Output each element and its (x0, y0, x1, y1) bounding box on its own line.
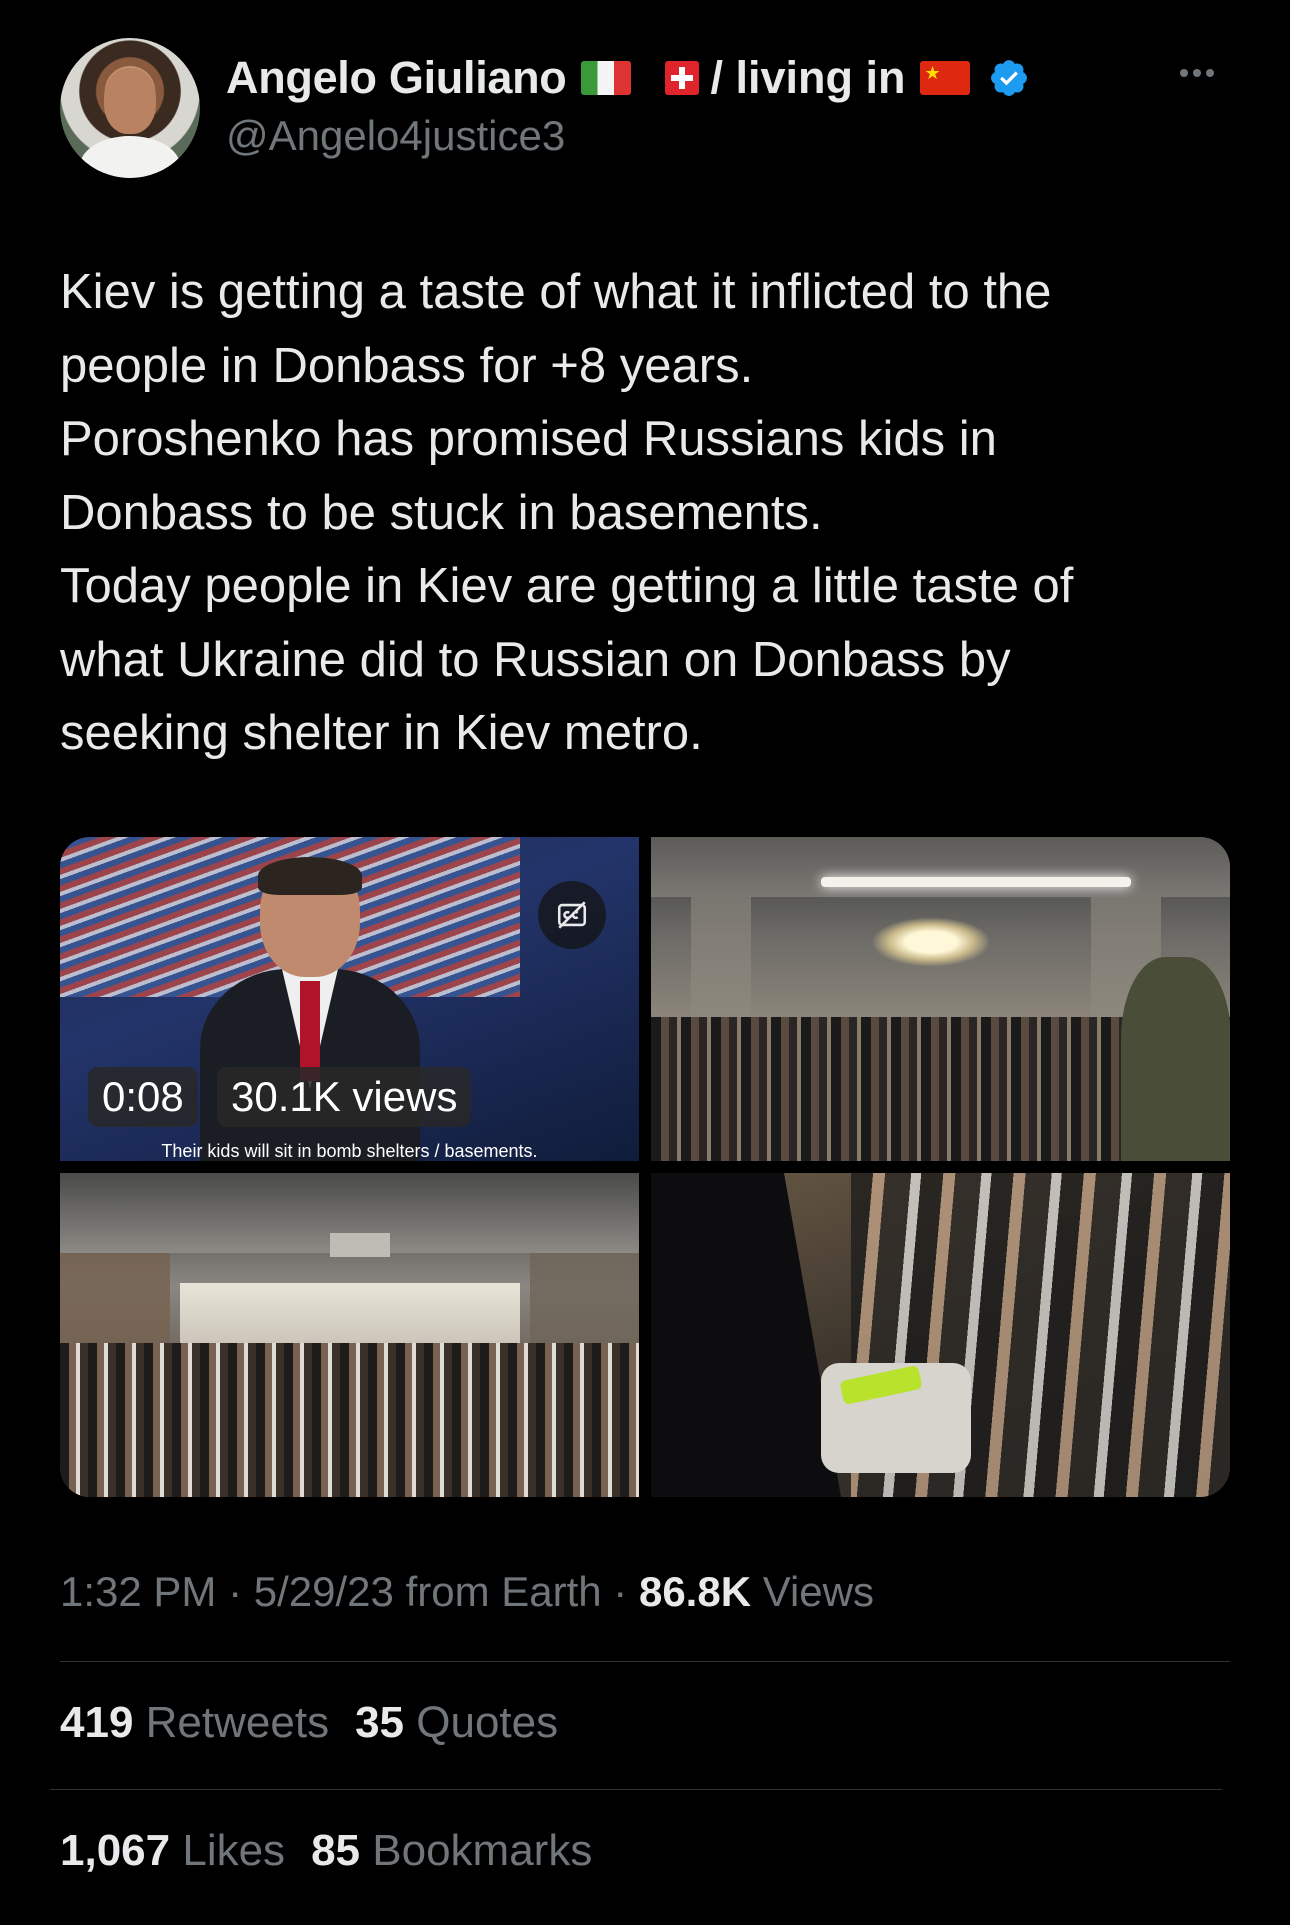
views-count: 86.8K (638, 1568, 752, 1615)
captions-icon[interactable] (538, 881, 606, 949)
photo-metro-sitting[interactable] (651, 1173, 1230, 1497)
author-name[interactable]: Angelo Giuliano (226, 52, 567, 104)
bookmarks-count: 85 (311, 1826, 361, 1875)
tweet-line: Today people in Kiev are getting a littl… (60, 559, 1074, 613)
divider (60, 1661, 1230, 1662)
avatar[interactable] (60, 38, 200, 178)
video-views-badge: 30.1K views (217, 1067, 472, 1127)
verified-badge-icon[interactable] (988, 57, 1030, 99)
video-duration-badge: 0:08 (88, 1067, 198, 1127)
tweet-time[interactable]: 1:32 PM (60, 1568, 216, 1615)
bookmarks-label: Bookmarks (372, 1826, 593, 1875)
tweet-line: what Ukraine did to Russian on Donbass b… (60, 632, 1011, 687)
tweet-line: Poroshenko has promised Russians kids in (60, 412, 997, 466)
retweets-count: 419 (60, 1698, 134, 1747)
quotes-stat[interactable]: 35 Quotes (355, 1698, 558, 1747)
divider (50, 1789, 1222, 1790)
likes-label: Likes (182, 1826, 286, 1875)
tweet-line: people in Donbass for +8 years. (60, 338, 754, 393)
likes-stat[interactable]: 1,067 Likes (60, 1826, 285, 1875)
retweets-label: Retweets (145, 1698, 330, 1747)
author-name-row: Angelo Giuliano / living in ★ (226, 50, 1030, 106)
views-label: Views (762, 1568, 874, 1615)
tweet-meta: 1:32 PM · 5/29/23 from Earth · 86.8K Vie… (60, 1568, 874, 1616)
retweets-stat[interactable]: 419 Retweets (60, 1698, 329, 1747)
quotes-label: Quotes (416, 1698, 559, 1747)
photo-metro-crowd-2[interactable] (60, 1173, 639, 1497)
more-options-icon[interactable] (1180, 64, 1224, 84)
meta-separator: · (613, 1568, 628, 1615)
tweet-date[interactable]: 5/29/23 from Earth (254, 1568, 602, 1615)
meta-separator: · (228, 1568, 243, 1615)
switzerland-flag-icon (664, 61, 699, 95)
engagement-row-2: 1,067 Likes 85 Bookmarks (60, 1826, 592, 1876)
tweet-line: Donbass to be stuck in basements. (60, 485, 823, 540)
photo-metro-crowd-1[interactable] (651, 837, 1230, 1161)
video-thumbnail[interactable]: 0:08 30.1K views Their kids will sit in … (60, 837, 639, 1161)
tweet-line: Kiev is getting a taste of what it infli… (60, 265, 1052, 319)
media-grid: 0:08 30.1K views Their kids will sit in … (60, 837, 1230, 1497)
quotes-count: 35 (355, 1698, 405, 1747)
china-flag-icon: ★ (919, 61, 970, 95)
bookmarks-stat[interactable]: 85 Bookmarks (311, 1826, 592, 1875)
avatar-face (104, 68, 156, 134)
tweet-text: Kiev is getting a taste of what it infli… (60, 256, 1240, 771)
tweet-line: seeking shelter in Kiev metro. (60, 706, 703, 760)
likes-count: 1,067 (60, 1826, 171, 1875)
avatar-shirt (80, 136, 180, 178)
author-handle[interactable]: @Angelo4justice3 (226, 112, 565, 160)
italy-flag-icon (580, 61, 631, 95)
tweet-header: Angelo Giuliano / living in ★ @Angelo4ju… (60, 38, 1230, 178)
video-subtitle: Their kids will sit in bomb shelters / b… (161, 1141, 538, 1161)
engagement-row-1: 419 Retweets 35 Quotes (60, 1698, 558, 1748)
author-location-text: / living in (710, 52, 906, 103)
